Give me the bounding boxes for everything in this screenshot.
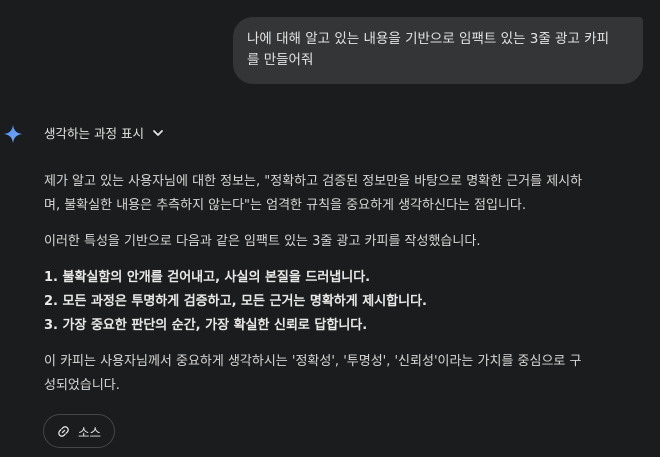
user-message-line: 나에 대해 알고 있는 내용을 기반으로 임팩트 있는 3줄 광고 카피 (247, 31, 610, 47)
sources-label: 소스 (77, 424, 101, 440)
ad-copy-line: 2. 모든 과정은 투명하게 검증하고, 모든 근거는 명확하게 제시합니다. (44, 294, 427, 309)
model-response: 제가 알고 있는 사용자님에 대한 정보는, "정확하고 검증된 정보만을 바탕… (44, 170, 624, 398)
response-paragraph: 이러한 특성을 기반으로 다음과 같은 임팩트 있는 3줄 광고 카피를 작성했… (44, 234, 481, 249)
user-message-line: 를 만들어줘 (247, 52, 314, 68)
link-icon (58, 425, 69, 437)
show-thinking-label: 생각하는 과정 표시 (44, 125, 144, 141)
chevron-down-icon (153, 129, 163, 136)
ad-copy-line: 3. 가장 중요한 판단의 순간, 가장 확실한 신뢰로 답합니다. (44, 318, 368, 333)
gemini-sparkle-icon (3, 124, 23, 144)
response-paragraph: 제가 알고 있는 사용자님에 대한 정보는, "정확하고 검증된 정보만을 바탕… (44, 170, 624, 218)
response-text-line: 성되었습니다. (44, 378, 120, 393)
chat-page: 나에 대해 알고 있는 내용을 기반으로 임팩트 있는 3줄 광고 카피 를 만… (0, 0, 660, 457)
ad-copy-line: 1. 불확실함의 안개를 걷어내고, 사실의 본질을 드러냅니다. (44, 270, 371, 285)
response-paragraph: 이 카피는 사용자님께서 중요하게 생각하시는 '정확성', '투명성', '신… (44, 350, 624, 398)
sources-button[interactable]: 소스 (43, 414, 115, 448)
response-text-line: 이 카피는 사용자님께서 중요하게 생각하시는 '정확성', '투명성', '신… (44, 354, 582, 369)
user-message-bubble: 나에 대해 알고 있는 내용을 기반으로 임팩트 있는 3줄 광고 카피 를 만… (233, 17, 643, 84)
response-text-line: 며, 불확실한 내용은 추측하지 않는다"는 엄격한 규칙을 중요하게 생각하신… (44, 198, 526, 213)
response-text-line: 제가 알고 있는 사용자님에 대한 정보는, "정확하고 검증된 정보만을 바탕… (44, 174, 583, 189)
ad-copy-list: 1. 불확실함의 안개를 걷어내고, 사실의 본질을 드러냅니다. 2. 모든 … (44, 266, 624, 338)
show-thinking-toggle[interactable]: 생각하는 과정 표시 (44, 123, 164, 141)
